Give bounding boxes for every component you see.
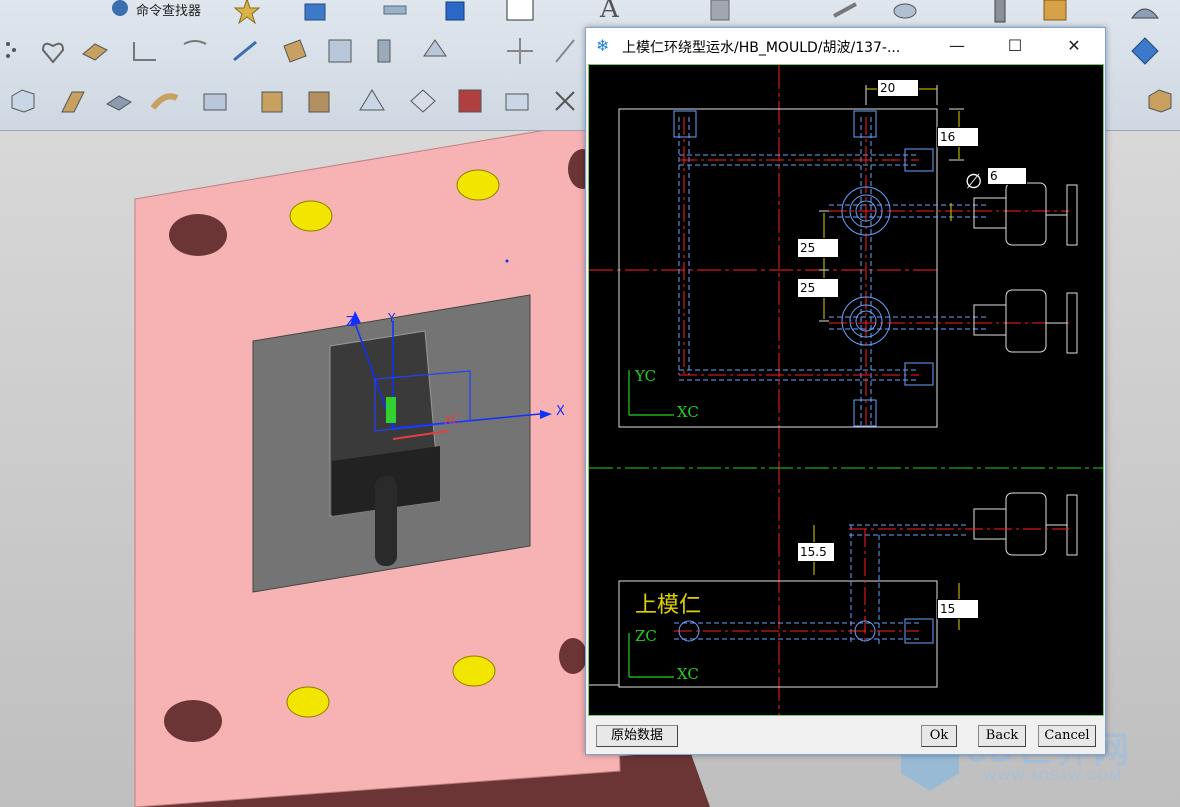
sew-icon[interactable] [325,36,355,66]
heart-curve-icon[interactable] [38,36,68,66]
ok-button[interactable]: Ok [921,725,957,747]
dialog-titlebar[interactable]: ❄ 上模仁环绕型运水/HB_MOULD/胡波/137-... — ☐ ✕ [586,28,1105,64]
dim-25-upper: 25 [797,238,839,258]
axis-label-xc: XC [444,413,460,427]
command-finder-button[interactable]: 命令查找器 [110,0,220,20]
star-icon[interactable] [232,0,262,26]
bolt-hole [164,700,222,742]
bolt-icon[interactable] [985,0,1015,26]
dim-20: 20 [877,79,919,97]
block-icon[interactable] [502,86,532,116]
paint-icon[interactable] [705,0,735,26]
solid-icon[interactable] [258,86,288,116]
blend-icon[interactable] [200,86,230,116]
axis-label-z: Z [346,315,355,330]
pyramid-icon[interactable] [357,86,387,116]
sweep-icon[interactable] [150,86,180,116]
watermark-url: WWW.3DSJW.COM [983,767,1122,783]
cross-icon[interactable] [505,36,535,66]
extrude-icon[interactable] [58,86,88,116]
dialog-title: 上模仁环绕型运水/HB_MOULD/胡波/137-... [622,40,901,56]
cad-drawing: 20 16 ∅ 6 25 25 15.5 15 YC XC ZC XC 上模仁 [588,64,1104,716]
back-button[interactable]: Back [978,725,1026,747]
cooling-dialog: ❄ 上模仁环绕型运水/HB_MOULD/胡波/137-... — ☐ ✕ 20 … [585,27,1106,755]
mold-icon[interactable] [1040,0,1070,26]
curve-icon[interactable] [0,36,30,66]
axis-label-x: X [556,404,565,419]
snowflake-icon: ❄ [596,36,610,55]
dim-15: 15 [937,599,979,619]
label-xc-bottom: XC [677,665,699,683]
label-yc: YC [635,367,657,385]
minimize-button[interactable]: — [934,28,980,64]
dim-16: 16 [937,127,979,147]
delete-icon[interactable] [550,86,580,116]
box-icon[interactable] [8,86,38,116]
extend-icon[interactable] [280,36,310,66]
flip-icon[interactable] [420,36,450,66]
pipe-icon[interactable] [890,0,920,26]
curve-tool-icon[interactable] [550,36,580,66]
cube-icon[interactable] [440,0,470,26]
label-zc: ZC [635,627,657,645]
guide-pin [452,655,496,687]
trim-icon[interactable] [230,36,260,66]
subtract-icon[interactable] [455,86,485,116]
guide-pin [289,200,333,232]
text-icon[interactable]: A [600,0,630,24]
core-pin [375,476,397,566]
layer-button[interactable] [300,0,330,26]
axis-label-y: Y [388,311,396,325]
draft-icon[interactable] [305,86,335,116]
surface-icon[interactable] [1130,0,1160,26]
plate-icon[interactable] [380,0,410,26]
measure-icon[interactable] [830,0,860,26]
dim-25-lower: 25 [797,278,839,298]
pattern-icon[interactable] [1130,36,1160,66]
cancel-button[interactable]: Cancel [1038,725,1096,747]
raw-data-button[interactable]: 原始数据 [596,725,678,747]
diameter-symbol: ∅ [965,169,983,193]
command-finder-label: 命令查找器 [136,4,202,19]
bolt-hole [169,214,227,256]
text-icon-glyph: A [600,0,619,24]
dim-15-5: 15.5 [797,542,835,562]
command-finder-icon [112,0,128,16]
part-name-label: 上模仁 [635,593,702,618]
cube-view-icon[interactable] [1145,86,1175,116]
shell-icon[interactable] [408,86,438,116]
dim-6: 6 [987,167,1027,185]
offset-curve-icon[interactable] [130,36,160,66]
close-button[interactable]: ✕ [1051,28,1097,64]
guide-pin [456,169,500,201]
label-xc-top: XC [677,403,699,421]
guide-pin [286,686,330,718]
maximize-button[interactable]: ☐ [992,28,1038,64]
sheet-icon[interactable] [104,86,134,116]
rectangle-icon[interactable] [505,0,535,26]
thicken-icon[interactable] [370,36,400,66]
project-curve-icon[interactable] [180,36,210,66]
bolt-hole [559,638,587,674]
surface-patch-icon[interactable] [80,36,110,66]
